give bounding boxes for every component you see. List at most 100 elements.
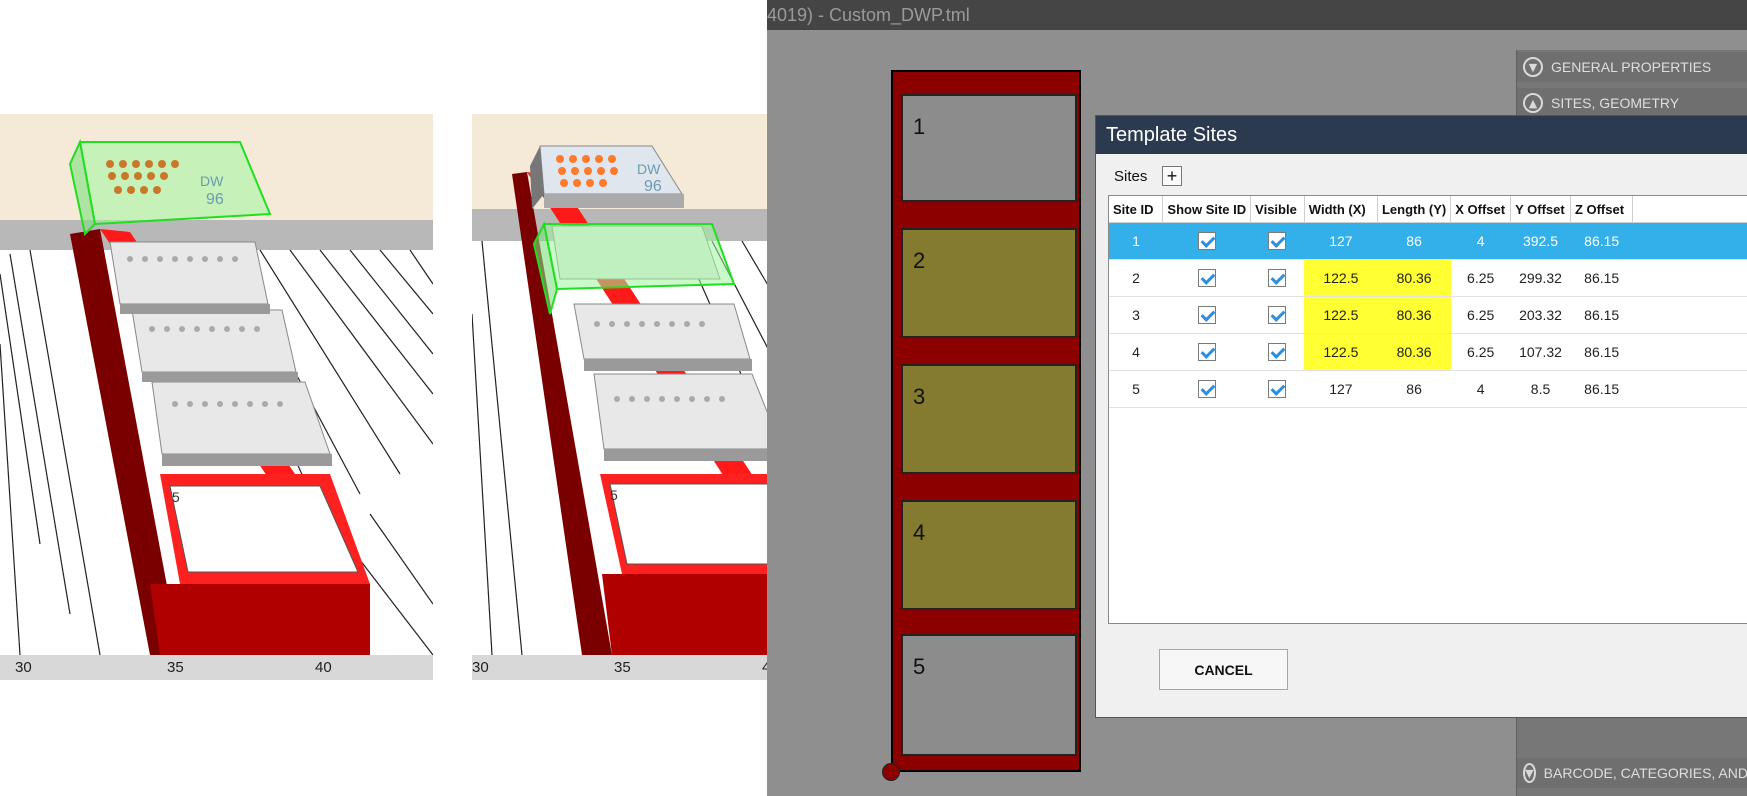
width-cell[interactable]: 127 [1304,222,1378,260]
chevron-down-icon: ▼ [1523,763,1536,783]
col-show-site-id[interactable]: Show Site ID [1162,196,1252,223]
y-offset-cell[interactable]: 8.5 [1510,370,1571,408]
show-site-id-checkbox[interactable] [1162,296,1251,334]
filler-cell [1632,222,1747,260]
window-title: 4019) - Custom_DWP.tml [767,5,970,25]
site-number: 3 [913,384,926,409]
col-site-id[interactable]: Site ID [1109,196,1164,223]
y-offset-cell[interactable]: 203.32 [1510,296,1571,334]
dialog-title: Template Sites [1096,116,1747,154]
template-origin-handle[interactable] [882,763,900,781]
axis-tick-30: 30 [15,659,32,676]
site-number: 1 [913,114,926,139]
site-number: 2 [913,248,926,273]
sites-label: Sites [1114,168,1148,185]
length-cell[interactable]: 86 [1377,370,1451,408]
length-cell[interactable]: 80.36 [1377,296,1451,334]
checkmark-icon[interactable] [1268,380,1287,399]
template-site-3[interactable]: 3 [901,364,1077,474]
filler-cell [1632,259,1747,297]
width-cell[interactable]: 122.5 [1304,333,1378,371]
col-width-x[interactable]: Width (X) [1304,196,1378,223]
cancel-button[interactable]: CANCEL [1159,649,1288,690]
z-offset-cell[interactable]: 86.15 [1570,222,1633,260]
checkmark-icon[interactable] [1197,306,1216,325]
y-offset-cell[interactable]: 299.32 [1510,259,1571,297]
checkmark-icon[interactable] [1197,269,1216,288]
table-row[interactable]: 2 122.5 80.36 6.25 299.32 86.15 [1109,259,1747,297]
template-site-2[interactable]: 2 [901,228,1077,338]
site-id-cell[interactable]: 4 [1109,333,1163,371]
show-site-id-checkbox[interactable] [1162,259,1251,297]
section-label: BARCODE, CATEGORIES, AND [1543,765,1747,781]
sites-table[interactable]: Site ID Show Site ID Visible Width (X) L… [1108,195,1747,624]
svg-text:96: 96 [644,178,662,195]
checkmark-icon[interactable] [1197,232,1216,251]
width-cell[interactable]: 122.5 [1304,259,1378,297]
z-offset-cell[interactable]: 86.15 [1570,333,1633,371]
template-site-1[interactable]: 1 [901,94,1077,202]
site-id-cell[interactable]: 1 [1109,222,1163,260]
visible-checkbox[interactable] [1250,222,1305,260]
checkmark-icon[interactable] [1268,306,1287,325]
checkmark-icon[interactable] [1268,232,1287,251]
table-row[interactable]: 5 127 86 4 8.5 86.15 [1109,370,1747,408]
table-row[interactable]: 4 122.5 80.36 6.25 107.32 86.15 [1109,333,1747,371]
table-row[interactable]: 1 127 86 4 392.5 86.15 [1109,222,1747,260]
width-cell[interactable]: 127 [1304,370,1378,408]
checkmark-icon[interactable] [1268,343,1287,362]
add-site-button[interactable]: + [1162,166,1182,186]
site-id-cell[interactable]: 2 [1109,259,1163,297]
visible-checkbox[interactable] [1250,296,1305,334]
length-cell[interactable]: 80.36 [1377,259,1451,297]
z-offset-cell[interactable]: 86.15 [1570,296,1633,334]
site-number: 5 [913,654,926,679]
section-label: SITES, GEOMETRY [1551,95,1680,111]
filler-cell [1632,333,1747,371]
checkmark-icon[interactable] [1268,269,1287,288]
show-site-id-checkbox[interactable] [1162,222,1251,260]
z-offset-cell[interactable]: 86.15 [1570,370,1633,408]
template-layout[interactable]: 1 2 3 4 5 [891,70,1081,772]
col-x-offset[interactable]: X Offset [1450,196,1512,223]
y-offset-cell[interactable]: 107.32 [1510,333,1571,371]
template-site-5[interactable]: 5 [901,634,1077,756]
section-general-properties[interactable]: ▼ GENERAL PROPERTIES [1517,52,1747,82]
show-site-id-checkbox[interactable] [1162,333,1251,371]
filler-cell [1632,370,1747,408]
x-offset-cell[interactable]: 6.25 [1450,259,1511,297]
template-site-4[interactable]: 4 [901,500,1077,610]
checkmark-icon[interactable] [1197,380,1216,399]
length-cell[interactable]: 86 [1377,222,1451,260]
x-offset-cell[interactable]: 6.25 [1450,333,1511,371]
chevron-down-icon: ▼ [1523,57,1543,77]
checkmark-icon[interactable] [1197,343,1216,362]
col-visible[interactable]: Visible [1250,196,1305,223]
y-offset-cell[interactable]: 392.5 [1510,222,1571,260]
axis-tick-35: 35 [614,659,631,676]
show-site-id-checkbox[interactable] [1162,370,1251,408]
x-offset-cell[interactable]: 6.25 [1450,296,1511,334]
z-offset-cell[interactable]: 86.15 [1570,259,1633,297]
col-z-offset[interactable]: Z Offset [1570,196,1634,223]
section-sites-geometry[interactable]: ▲ SITES, GEOMETRY [1517,88,1747,118]
col-length-y[interactable]: Length (Y) [1377,196,1452,223]
table-row[interactable]: 3 122.5 80.36 6.25 203.32 86.15 [1109,296,1747,334]
title-bar: 4019) - Custom_DWP.tml [767,0,1747,30]
visible-checkbox[interactable] [1250,370,1305,408]
length-cell[interactable]: 80.36 [1377,333,1451,371]
svg-text:DW: DW [637,161,661,177]
x-offset-cell[interactable]: 4 [1450,370,1511,408]
site-5-label: 5 [172,489,180,505]
visible-checkbox[interactable] [1250,333,1305,371]
visible-checkbox[interactable] [1250,259,1305,297]
width-cell[interactable]: 122.5 [1304,296,1378,334]
axis-tick-35: 35 [167,659,184,676]
chevron-up-icon: ▲ [1523,93,1543,113]
x-offset-cell[interactable]: 4 [1450,222,1511,260]
site-id-cell[interactable]: 5 [1109,370,1163,408]
section-barcode-categories[interactable]: ▼ BARCODE, CATEGORIES, AND [1517,758,1747,788]
col-y-offset[interactable]: Y Offset [1510,196,1571,223]
deck-3d-view-left[interactable]: 5 DW 96 30 35 40 [0,114,433,680]
site-id-cell[interactable]: 3 [1109,296,1163,334]
